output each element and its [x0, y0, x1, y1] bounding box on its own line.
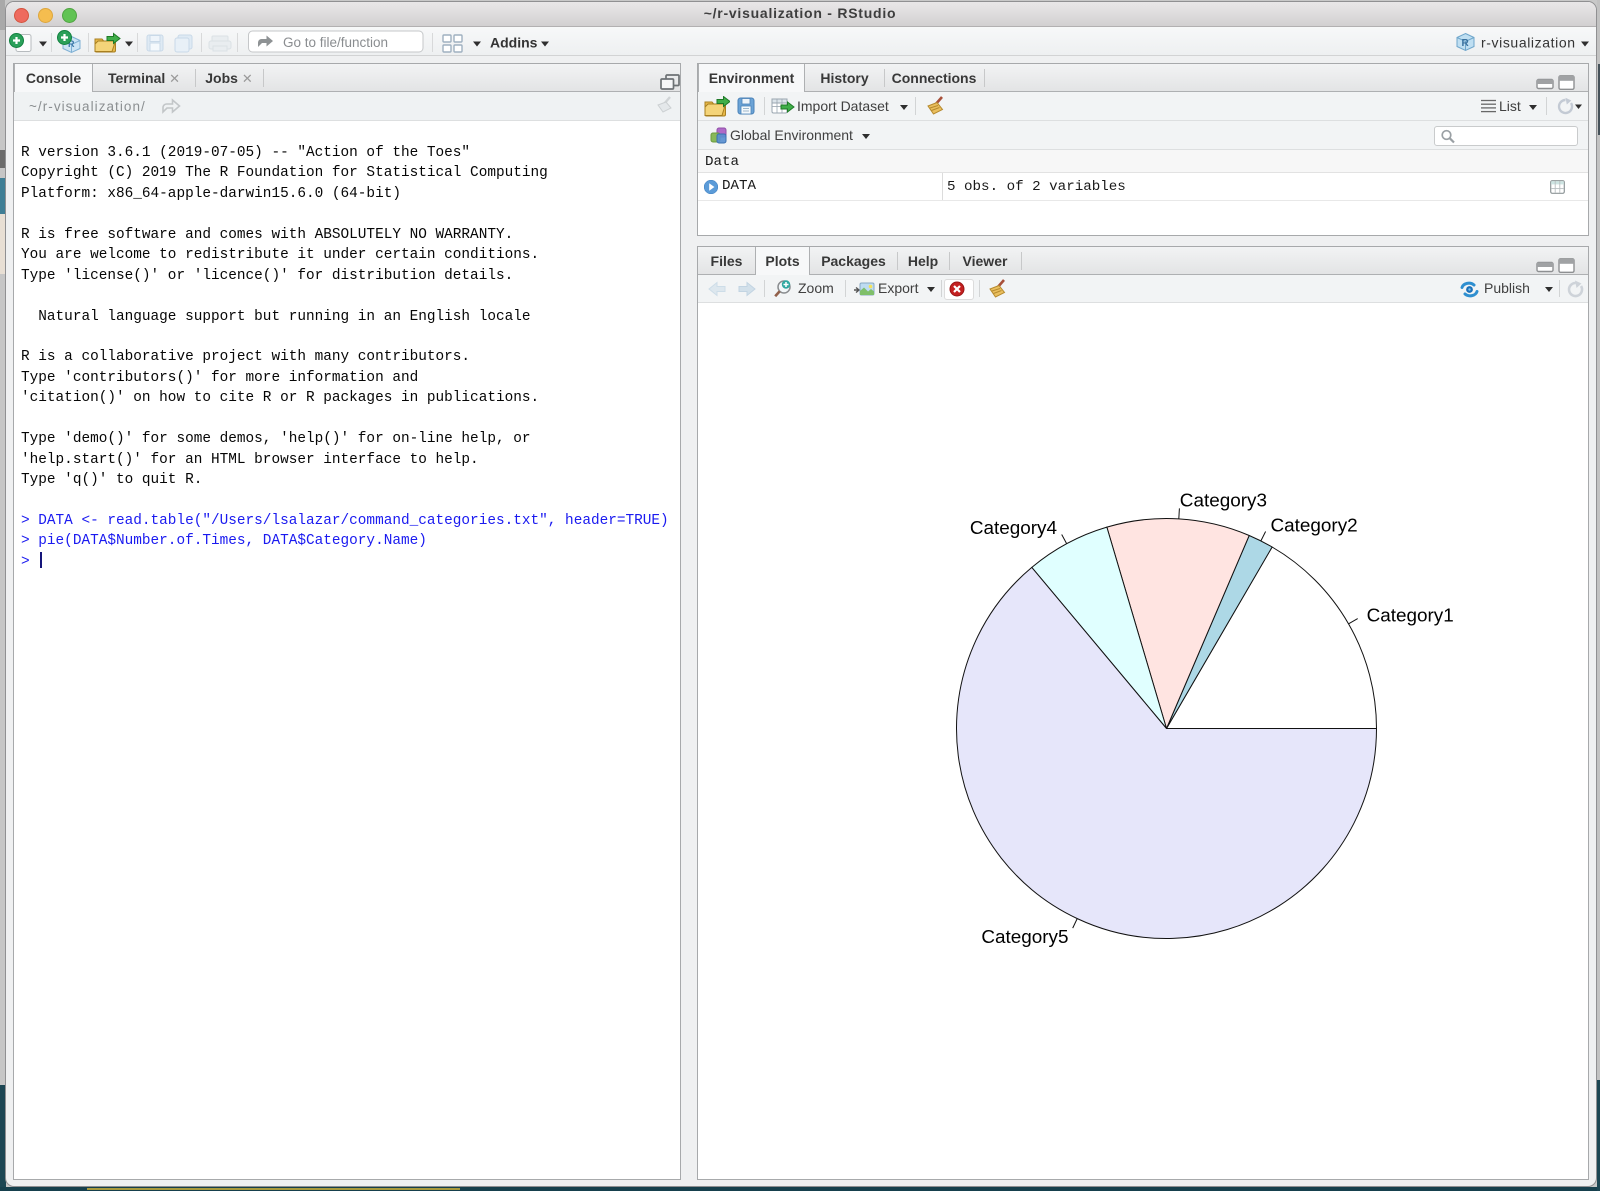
svg-text:Category1: Category1 [1367, 606, 1454, 627]
svg-text:Go to file/function: Go to file/function [283, 35, 388, 50]
svg-text:r-visualization: r-visualization [1481, 35, 1576, 51]
svg-text:Category4: Category4 [970, 518, 1057, 539]
svg-text:Addins: Addins [490, 35, 538, 51]
svg-text:Category5: Category5 [981, 927, 1068, 948]
svg-text:Category2: Category2 [1271, 516, 1358, 537]
svg-text:Category3: Category3 [1180, 491, 1267, 512]
svg-text:R: R [1462, 38, 1470, 49]
